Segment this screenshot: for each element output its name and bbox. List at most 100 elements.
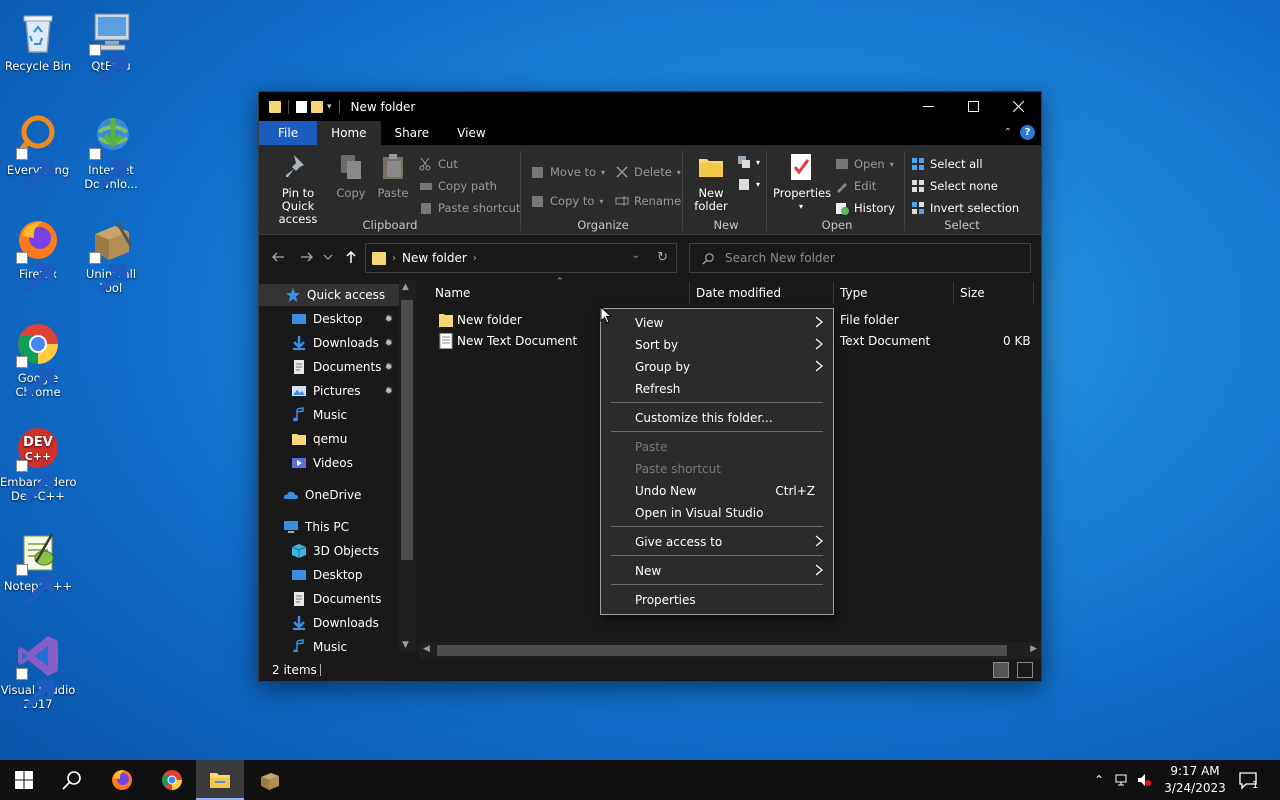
desktop-icon-recycle-bin[interactable]: Recycle Bin: [0, 8, 76, 73]
menu-item-view[interactable]: View: [601, 311, 833, 333]
clock[interactable]: 9:17 AM 3/24/2023: [1160, 763, 1230, 797]
help-icon[interactable]: ?: [1020, 125, 1035, 140]
address-bar[interactable]: › New folder › ⌄ ↻: [365, 243, 677, 273]
file-list-horizontal-scrollbar[interactable]: ◀ ▶: [419, 642, 1041, 659]
nav-item-onedrive[interactable]: OneDrive: [259, 484, 399, 506]
breadcrumb-item[interactable]: New folder: [402, 251, 467, 265]
search-input[interactable]: Search New folder: [725, 251, 835, 265]
large-icons-view-icon[interactable]: [1017, 662, 1033, 678]
scrollbar-thumb[interactable]: [401, 300, 413, 560]
easy-access-button[interactable]: ▾: [737, 177, 760, 191]
properties-quick-icon[interactable]: [296, 100, 307, 113]
nav-item-downloads[interactable]: Downloads ✹: [259, 332, 399, 354]
recent-locations-button[interactable]: [321, 246, 335, 268]
open-button[interactable]: Open ▾: [835, 157, 894, 171]
menu-item-sort-by[interactable]: Sort by: [601, 333, 833, 355]
nav-item-music[interactable]: Music: [259, 404, 399, 426]
scroll-left-icon[interactable]: ◀: [423, 644, 430, 654]
cut-button[interactable]: Cut: [419, 157, 458, 171]
desktop-icon-internet-download[interactable]: Internet Downlo...: [73, 112, 149, 191]
rename-button[interactable]: Rename: [615, 194, 681, 208]
scroll-up-icon[interactable]: ▲: [402, 282, 409, 292]
paste-shortcut-button[interactable]: Paste shortcut: [419, 201, 520, 215]
menu-item-paste-shortcut[interactable]: Paste shortcut: [601, 457, 833, 479]
history-button[interactable]: History: [835, 201, 895, 215]
new-folder-quick-icon[interactable]: [311, 100, 323, 113]
address-dropdown-icon[interactable]: ⌄: [632, 250, 640, 261]
copy-path-button[interactable]: Copy path: [419, 179, 497, 193]
menu-item-customize-folder[interactable]: Customize this folder...: [601, 406, 833, 428]
nav-item-videos[interactable]: Videos: [259, 452, 399, 474]
back-button[interactable]: [267, 246, 289, 268]
volume-muted-icon[interactable]: [1136, 772, 1152, 788]
column-divider[interactable]: [953, 282, 954, 304]
scroll-down-icon[interactable]: ▼: [402, 640, 409, 650]
refresh-icon[interactable]: ↻: [657, 250, 668, 265]
tab-home[interactable]: Home: [317, 121, 381, 145]
tab-file[interactable]: File: [259, 121, 318, 145]
menu-item-paste[interactable]: Paste: [601, 435, 833, 457]
nav-item-desktop[interactable]: Desktop ✹: [259, 308, 399, 330]
column-divider[interactable]: [1033, 282, 1034, 304]
start-button[interactable]: [0, 760, 48, 800]
copy-button[interactable]: Copy: [333, 151, 369, 200]
up-button[interactable]: [340, 246, 362, 268]
taskbar-chrome[interactable]: [148, 760, 196, 800]
column-header-size[interactable]: Size: [960, 286, 985, 300]
new-folder-button[interactable]: New folder: [693, 151, 729, 213]
maximize-button[interactable]: [951, 92, 996, 121]
tab-view[interactable]: View: [443, 121, 499, 145]
taskbar-file-explorer[interactable]: [196, 760, 244, 800]
menu-item-refresh[interactable]: Refresh: [601, 377, 833, 399]
taskbar-uninstall-tool[interactable]: [246, 760, 294, 800]
taskbar-firefox[interactable]: [98, 760, 146, 800]
column-header-type[interactable]: Type: [840, 286, 868, 300]
navigation-pane-scrollbar[interactable]: ▲ ▼: [399, 280, 416, 652]
desktop-icon-notepad-plus-plus[interactable]: Notepad++: [0, 528, 76, 606]
scrollbar-thumb[interactable]: [437, 645, 1007, 656]
nav-item-quick-access[interactable]: Quick access: [259, 284, 399, 306]
desktop-icon-everything[interactable]: Everything: [0, 112, 76, 190]
menu-item-new[interactable]: New: [601, 559, 833, 581]
pin-to-quick-access-button[interactable]: Pin to Quick access: [265, 151, 331, 226]
select-all-button[interactable]: Select all: [911, 157, 983, 171]
menu-item-undo-new[interactable]: Undo New Ctrl+Z: [601, 479, 833, 501]
nav-item-qemu[interactable]: qemu: [259, 428, 399, 450]
desktop-icon-qtemu[interactable]: QtEmu: [73, 8, 149, 86]
desktop-icon-dev-cpp[interactable]: DEV C++ Embarcadero Dev-C++: [0, 424, 77, 503]
move-to-button[interactable]: Move to ▾: [531, 165, 605, 179]
properties-button[interactable]: Properties ▾: [773, 151, 831, 213]
invert-selection-button[interactable]: Invert selection: [911, 201, 1019, 215]
navigation-pane[interactable]: Quick access Desktop ✹ Downloads ✹ Docum…: [259, 280, 416, 652]
menu-item-open-in-visual-studio[interactable]: Open in Visual Studio: [601, 501, 833, 523]
column-header-date-modified[interactable]: Date modified: [696, 286, 781, 300]
nav-item-pc-music[interactable]: Music: [259, 636, 399, 652]
new-item-button[interactable]: ▾: [737, 155, 760, 169]
menu-item-give-access-to[interactable]: Give access to: [601, 530, 833, 552]
customize-toolbar-chevron-icon[interactable]: ▾: [327, 102, 332, 112]
column-divider[interactable]: [833, 282, 834, 304]
nav-item-pc-downloads[interactable]: Downloads: [259, 612, 399, 634]
desktop-icon-google-chrome[interactable]: Google Chrome: [0, 320, 76, 399]
column-header-name[interactable]: Name: [435, 286, 470, 300]
minimize-button[interactable]: [906, 92, 951, 121]
nav-item-pictures[interactable]: Pictures ✹: [259, 380, 399, 402]
scroll-right-icon[interactable]: ▶: [1030, 644, 1037, 654]
nav-item-this-pc[interactable]: This PC: [259, 516, 399, 538]
tab-share[interactable]: Share: [381, 121, 444, 145]
network-icon[interactable]: [1114, 772, 1130, 788]
title-bar[interactable]: ▾ New folder: [259, 92, 1041, 121]
copy-to-button[interactable]: Copy to ▾: [531, 194, 603, 208]
forward-button[interactable]: [296, 246, 318, 268]
column-divider[interactable]: [689, 282, 690, 304]
delete-button[interactable]: Delete ▾: [615, 165, 681, 179]
edit-button[interactable]: Edit: [835, 179, 876, 193]
close-button[interactable]: [996, 92, 1041, 121]
nav-item-pc-desktop[interactable]: Desktop: [259, 564, 399, 586]
show-hidden-icons-chevron-icon[interactable]: ⌃: [1094, 773, 1104, 787]
select-none-button[interactable]: Select none: [911, 179, 998, 193]
breadcrumb-separator-icon[interactable]: ›: [473, 253, 477, 264]
menu-item-properties[interactable]: Properties: [601, 588, 833, 610]
action-center-button[interactable]: 1: [1232, 760, 1280, 800]
desktop-icon-uninstall-tool[interactable]: Uninstall Tool: [73, 216, 149, 295]
